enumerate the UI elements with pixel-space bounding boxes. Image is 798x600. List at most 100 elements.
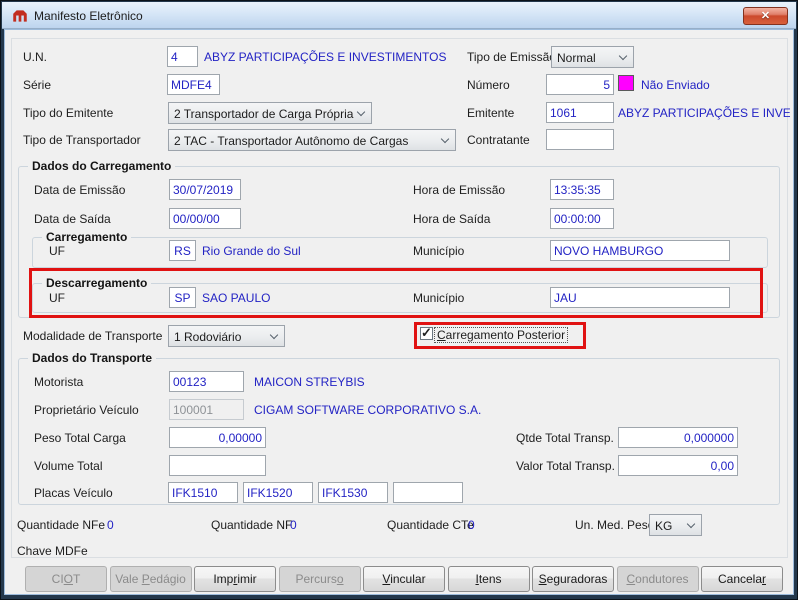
- data-emissao-input[interactable]: [169, 179, 241, 200]
- data-saida-input[interactable]: [169, 208, 241, 229]
- modalidade-select[interactable]: 1 Rodoviário: [168, 325, 285, 347]
- condutores-button[interactable]: Condutores: [616, 566, 699, 592]
- un-description: ABYZ PARTICIPAÇÕES E INVESTIMENTOS: [204, 50, 447, 64]
- app-icon: [13, 10, 27, 22]
- chevron-down-icon: [618, 51, 628, 61]
- status-swatch: [618, 75, 634, 91]
- dados-carregamento-title: Dados do Carregamento: [28, 159, 176, 173]
- modalidade-value: 1 Rodoviário: [174, 330, 242, 344]
- contratante-input[interactable]: [546, 129, 614, 150]
- valor-total-transp-label: Valor Total Transp.: [516, 459, 615, 473]
- hora-saida-label: Hora de Saída: [413, 212, 491, 226]
- emitente-input[interactable]: [546, 102, 614, 123]
- serie-label: Série: [23, 78, 52, 92]
- descarregamento-uf-description: SAO PAULO: [202, 291, 271, 305]
- check-icon: ✓: [421, 325, 432, 340]
- close-icon[interactable]: ✕: [743, 7, 788, 25]
- hora-emissao-input[interactable]: [550, 179, 614, 200]
- manifesto-eletronico-window: Manifesto Eletrônico ✕ U.N. ABYZ PARTICI…: [0, 0, 798, 600]
- descarregamento-title: Descarregamento: [42, 276, 152, 290]
- carregamento-uf-label: UF: [49, 244, 65, 258]
- chevron-down-icon: [356, 107, 366, 117]
- button-row: CIOT Vale Pedágio Imprimir Percurso Vinc…: [25, 566, 783, 592]
- cancelar-button[interactable]: Cancelar: [701, 566, 783, 592]
- descarregamento-municipio-input[interactable]: [550, 287, 730, 308]
- quantidade-cte-label: Quantidade CTe: [387, 518, 474, 532]
- itens-button[interactable]: Itens: [447, 566, 530, 592]
- tipo-transportador-label: Tipo de Transportador: [23, 133, 141, 147]
- un-med-peso-select[interactable]: KG: [649, 514, 702, 536]
- hora-emissao-label: Hora de Emissão: [413, 183, 506, 197]
- dados-transporte-title: Dados do Transporte: [28, 351, 157, 365]
- numero-input[interactable]: [546, 74, 614, 95]
- peso-total-carga-input[interactable]: [169, 427, 266, 448]
- serie-input[interactable]: [167, 74, 220, 95]
- tipo-emitente-label: Tipo do Emitente: [23, 106, 114, 120]
- motorista-description: MAICON STREYBIS: [254, 375, 365, 389]
- emitente-description: ABYZ PARTICIPAÇÕES E INVESTIMENTOS: [618, 106, 790, 120]
- quantidade-nf-value: 0: [290, 518, 297, 532]
- vale-pedagio-button[interactable]: Vale Pedágio: [109, 566, 192, 592]
- qtde-total-transp-input[interactable]: [618, 427, 738, 448]
- carregamento-uf-description: Rio Grande do Sul: [202, 244, 301, 258]
- imprimir-button[interactable]: Imprimir: [194, 566, 276, 592]
- un-med-peso-value: KG: [655, 519, 673, 533]
- tipo-emissao-value: Normal: [557, 51, 596, 65]
- data-emissao-label: Data de Emissão: [34, 183, 126, 197]
- motorista-label: Motorista: [34, 375, 84, 389]
- qtde-total-transp-label: Qtde Total Transp.: [516, 431, 614, 445]
- carregamento-uf-input[interactable]: [169, 240, 196, 261]
- contratante-label: Contratante: [467, 133, 530, 147]
- peso-total-carga-label: Peso Total Carga: [34, 431, 126, 445]
- tipo-transportador-value: 2 TAC - Transportador Autônomo de Cargas: [174, 134, 409, 148]
- carregamento-municipio-label: Município: [413, 244, 465, 258]
- emitente-label: Emitente: [467, 106, 515, 120]
- quantidade-cte-value: 0: [468, 518, 475, 532]
- tipo-emitente-select[interactable]: 2 Transportador de Carga Própria: [168, 102, 372, 124]
- status-nao-enviado: Não Enviado: [641, 78, 710, 92]
- seguradoras-button[interactable]: Seguradoras: [532, 566, 614, 592]
- proprietario-veiculo-label: Proprietário Veículo: [34, 403, 139, 417]
- proprietario-veiculo-input: [169, 399, 244, 420]
- un-input[interactable]: [167, 46, 198, 67]
- volume-total-label: Volume Total: [34, 459, 103, 473]
- placa-veiculo-input-3[interactable]: [318, 482, 388, 503]
- percurso-button[interactable]: Percurso: [278, 566, 361, 592]
- descarregamento-uf-label: UF: [49, 291, 65, 305]
- data-saida-label: Data de Saída: [34, 212, 111, 226]
- vincular-button[interactable]: Vincular: [363, 566, 445, 592]
- un-label: U.N.: [23, 50, 47, 64]
- tipo-emissao-label: Tipo de Emissão: [467, 50, 556, 64]
- descarregamento-uf-input[interactable]: [169, 287, 196, 308]
- quantidade-nfe-value: 0: [107, 518, 114, 532]
- carregamento-posterior-label[interactable]: Carregamento Posterior: [433, 327, 569, 343]
- placa-veiculo-input-4[interactable]: [393, 482, 463, 503]
- chevron-down-icon: [269, 330, 279, 340]
- hora-saida-input[interactable]: [550, 208, 614, 229]
- un-med-peso-label: Un. Med. Peso: [575, 518, 655, 532]
- title-bar: Manifesto Eletrônico ✕: [2, 2, 796, 29]
- placa-veiculo-input-1[interactable]: [168, 482, 238, 503]
- chevron-down-icon: [686, 519, 696, 529]
- quantidade-nfe-label: Quantidade NFe: [17, 518, 106, 532]
- motorista-input[interactable]: [169, 371, 244, 392]
- window-title: Manifesto Eletrônico: [34, 9, 143, 23]
- placa-veiculo-input-2[interactable]: [243, 482, 313, 503]
- proprietario-veiculo-description: CIGAM SOFTWARE CORPORATIVO S.A.: [254, 403, 482, 417]
- valor-total-transp-input[interactable]: [618, 455, 738, 476]
- numero-label: Número: [467, 78, 510, 92]
- placas-veiculo-label: Placas Veículo: [34, 486, 113, 500]
- quantidade-nf-label: Quantidade NF: [211, 518, 293, 532]
- modalidade-label: Modalidade de Transporte: [23, 329, 163, 343]
- carregamento-municipio-input[interactable]: [550, 240, 730, 261]
- tipo-emitente-value: 2 Transportador de Carga Própria: [174, 107, 354, 121]
- carregamento-title: Carregamento: [42, 230, 132, 244]
- ciot-button[interactable]: CIOT: [25, 566, 107, 592]
- carregamento-posterior-checkbox[interactable]: ✓: [420, 325, 433, 340]
- chevron-down-icon: [440, 134, 450, 144]
- chave-mdfe-label: Chave MDFe: [17, 544, 88, 558]
- volume-total-input[interactable]: [169, 455, 266, 476]
- tipo-emissao-select[interactable]: Normal: [551, 46, 634, 68]
- tipo-transportador-select[interactable]: 2 TAC - Transportador Autônomo de Cargas: [168, 129, 456, 151]
- descarregamento-municipio-label: Município: [413, 291, 465, 305]
